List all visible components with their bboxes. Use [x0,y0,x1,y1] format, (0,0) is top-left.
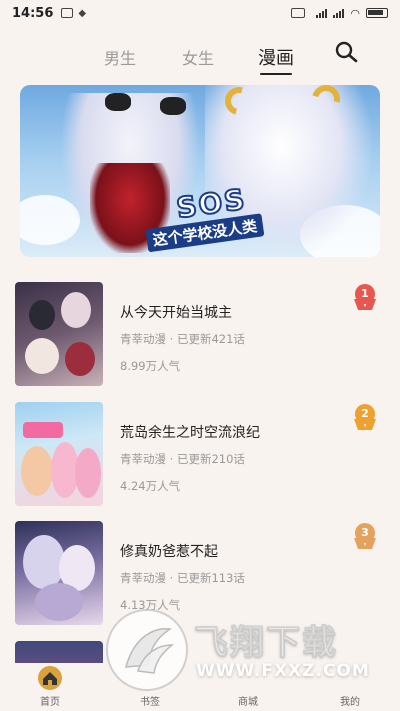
rank-badge-icon: 3 [353,523,377,551]
comic-cover[interactable] [15,402,103,506]
comic-title: 修真奶爸惹不起 [120,544,218,560]
bottom-navigation: 首页 书签 商城 我的 [0,663,400,711]
notification-icon [61,8,74,18]
comic-title: 从今天开始当城主 [120,305,232,321]
comic-meta: 青莘动漫 · 已更新421话 [120,332,245,346]
location-icon: ◆ [78,7,87,19]
comic-cover-partial[interactable] [15,641,103,663]
status-time: 14:56 [12,5,54,21]
comic-popularity: 8.99万人气 [120,359,181,373]
nav-home-label: 首页 [40,697,60,708]
rank-badge-icon: 1 [353,284,377,312]
search-button[interactable] [334,40,360,66]
status-bar: 14:56 ◆ ◠ [0,0,400,26]
featured-banner[interactable]: SOS 这个学校没人类 [20,85,380,257]
nav-mine-label: 我的 [340,697,360,708]
rank-badge-icon: 2 [353,404,377,432]
signal-4g-icon [333,8,345,18]
comic-list-item[interactable]: 荒岛余生之时空流浪纪 青莘动漫 · 已更新210话 4.24万人气 2 [15,402,385,508]
comic-meta: 青莘动漫 · 已更新210话 [120,452,245,466]
home-icon [38,666,62,690]
comic-meta: 青莘动漫 · 已更新113话 [120,571,245,585]
tab-male[interactable]: 男生 [104,45,136,69]
sim-icon [291,8,306,18]
banner-bow-icon [105,93,131,111]
status-indicators: ◠ [291,7,388,20]
battery-icon [366,8,388,18]
comic-cover[interactable] [15,521,103,625]
nav-store-label: 商城 [238,697,258,708]
comic-cover[interactable] [15,282,103,386]
tab-comics[interactable]: 漫画 [258,44,294,75]
watermark-text: 飞翔下载 [194,623,338,664]
comic-popularity: 4.24万人气 [120,479,181,493]
wifi-icon: ◠ [350,6,360,20]
signal-5g-icon [316,8,328,18]
comic-list-item[interactable]: 从今天开始当城主 青莘动漫 · 已更新421话 8.99万人气 1 [15,282,385,388]
search-icon [335,41,358,63]
comic-title: 荒岛余生之时空流浪纪 [120,425,260,441]
nav-bookmark-label: 书签 [140,697,160,708]
banner-bow-icon [160,97,186,115]
tab-female[interactable]: 女生 [182,45,214,69]
